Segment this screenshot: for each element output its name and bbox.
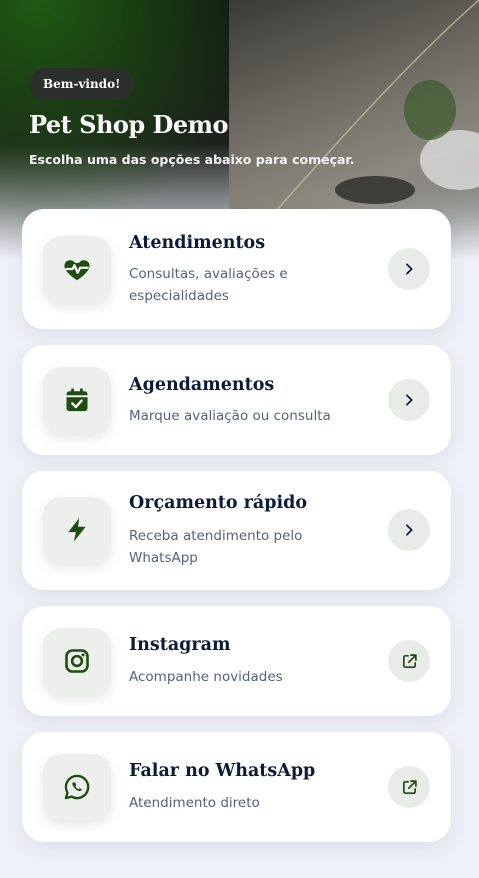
card-description: Atendimento direto (129, 795, 260, 811)
chevron-right-icon (406, 394, 413, 406)
icon-box (43, 754, 111, 820)
heart-pulse-icon (64, 260, 90, 281)
card-title: Falar no WhatsApp (129, 761, 316, 781)
card-agendamentos[interactable]: Agendamentos Marque avaliação ou consult… (22, 345, 451, 455)
external-link-icon (402, 779, 417, 794)
icon-box (43, 628, 111, 694)
card-title: Orçamento rápido (129, 493, 308, 513)
calendar-check-icon (66, 388, 88, 412)
chevron-right-button[interactable] (388, 379, 430, 421)
card-title: Instagram (129, 635, 231, 655)
card-title: Atendimentos (129, 233, 266, 253)
card-whatsapp[interactable]: Falar no WhatsApp Atendimento direto (22, 732, 451, 842)
card-instagram[interactable]: Instagram Acompanhe novidades (22, 606, 451, 716)
chevron-right-icon (406, 263, 413, 275)
icon-box (43, 236, 111, 302)
welcome-badge: Bem-vindo! (29, 68, 135, 100)
card-description: Acompanhe novidades (129, 669, 283, 685)
page-title: Pet Shop Demo (29, 110, 229, 139)
card-description: Receba atendimento pelo WhatsApp (129, 528, 303, 566)
page-subtitle: Escolha uma das opções abaixo para começ… (29, 152, 355, 167)
instagram-icon (65, 649, 89, 673)
external-link-button[interactable] (388, 640, 430, 682)
icon-box (43, 367, 111, 433)
lightning-icon (68, 518, 86, 542)
whatsapp-icon (64, 774, 90, 800)
external-link-button[interactable] (388, 766, 430, 808)
chevron-right-icon (406, 524, 413, 536)
card-orcamento[interactable]: Orçamento rápido Receba atendimento pelo… (22, 471, 451, 590)
chevron-right-button[interactable] (388, 509, 430, 551)
card-description: Consultas, avaliações e especialidades (129, 266, 288, 304)
card-atendimentos[interactable]: Atendimentos Consultas, avaliações e esp… (22, 209, 451, 329)
card-description: Marque avaliação ou consulta (129, 408, 331, 424)
icon-box (43, 497, 111, 563)
chevron-right-button[interactable] (388, 248, 430, 290)
card-title: Agendamentos (129, 375, 275, 395)
external-link-icon (402, 653, 417, 668)
